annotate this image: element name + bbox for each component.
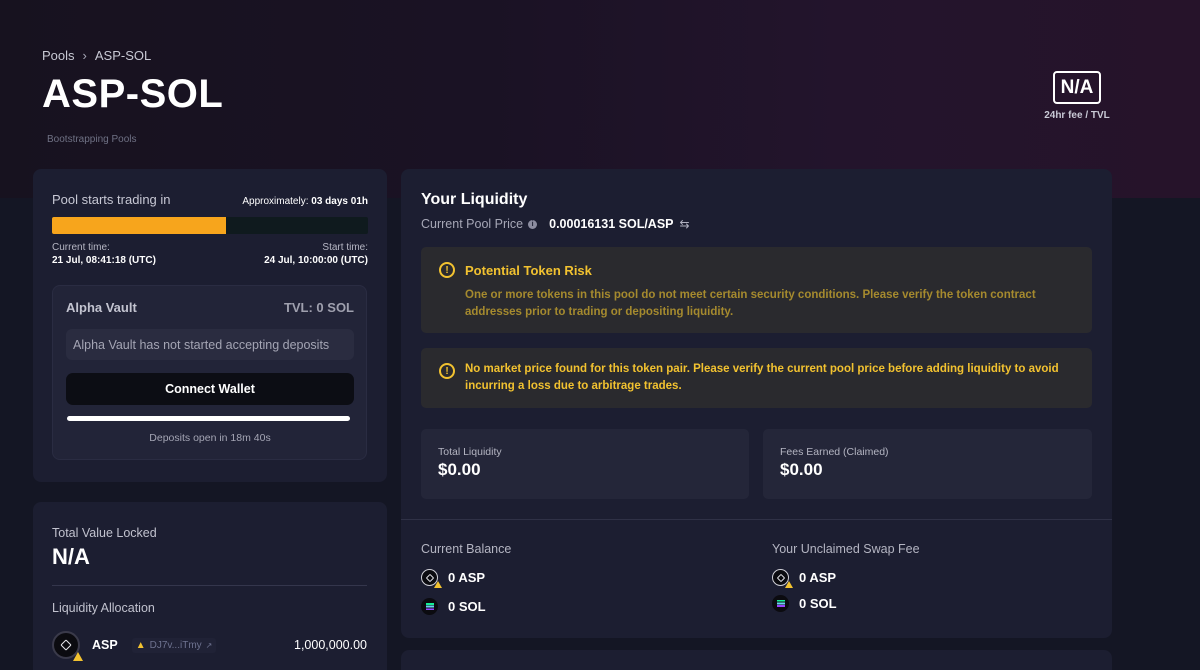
token-address-link[interactable]: ▲ DJ7v...iTmy ↗ [131, 637, 217, 653]
current-time-block: Current time: 21 Jul, 08:41:18 (UTC) [52, 242, 156, 266]
deposits-open-text: Deposits open in 18m 40s [149, 432, 271, 444]
alpha-vault-panel: Alpha Vault TVL: 0 SOL Alpha Vault has n… [52, 285, 367, 460]
alpha-vault-title: Alpha Vault [66, 300, 137, 315]
balance-asp-row: 0 ASP [421, 569, 511, 588]
tvl-label: Total Value Locked [52, 526, 157, 540]
next-card [401, 650, 1112, 670]
your-liquidity-title: Your Liquidity [421, 191, 528, 208]
pool-price-value: 0.00016131 SOL/ASP [549, 217, 674, 231]
trading-start-label: Pool starts trading in [52, 192, 171, 207]
pool-type-label: Bootstrapping Pools [47, 134, 137, 145]
fees-earned-value: $0.00 [780, 460, 823, 479]
asp-token-icon [421, 569, 442, 588]
your-liquidity-card: Your Liquidity Current Pool Price i 0.00… [401, 169, 1112, 638]
breadcrumb-current: ASP-SOL [94, 48, 152, 63]
allocation-symbol: ASP [92, 638, 118, 652]
sol-token-icon [421, 598, 438, 615]
unclaimed-fee-label: Your Unclaimed Swap Fee [772, 542, 920, 556]
total-liquidity-label: Total Liquidity [438, 446, 502, 458]
start-time-value: 24 Jul, 10:00:00 (UTC) [264, 255, 368, 266]
current-time-value: 21 Jul, 08:41:18 (UTC) [52, 255, 156, 266]
trading-progress-fill [52, 217, 226, 234]
liquidity-allocation-label: Liquidity Allocation [52, 601, 155, 615]
fees-earned-label: Fees Earned (Claimed) [780, 446, 889, 458]
sol-token-icon [772, 595, 789, 612]
balance-sol-row: 0 SOL [421, 598, 511, 615]
fee-tvl-label: 24hr fee / TVL [1044, 110, 1110, 121]
token-risk-body: One or more tokens in this pool do not m… [465, 289, 1036, 318]
asp-token-icon [52, 631, 83, 661]
unclaimed-fee-section: Your Unclaimed Swap Fee 0 ASP 0 SOL [772, 542, 920, 612]
trading-progress-bar [52, 217, 368, 234]
warning-triangle-icon: ▲ [135, 639, 146, 651]
allocation-row: ASP ▲ DJ7v...iTmy ↗ 1,000,000.00 [52, 630, 367, 661]
divider [52, 585, 367, 586]
alpha-vault-tvl: TVL: 0 SOL [283, 300, 354, 315]
fee-tvl-badge: N/A [1053, 71, 1101, 104]
asp-token-icon [772, 569, 793, 588]
breadcrumb: Pools › ASP-SOL [42, 48, 151, 63]
external-link-icon: ↗ [205, 640, 213, 650]
tvl-card: Total Value Locked N/A Liquidity Allocat… [33, 502, 387, 670]
token-risk-alert: ! Potential Token Risk One or more token… [421, 247, 1092, 333]
token-risk-title: Potential Token Risk [465, 263, 592, 278]
page-title: ASP-SOL [42, 72, 224, 116]
swap-direction-icon[interactable]: ⇆ [680, 217, 690, 231]
start-time-block: Start time: 24 Jul, 10:00:00 (UTC) [264, 242, 368, 266]
vault-progress-bar [67, 416, 350, 421]
unclaimed-sol-row: 0 SOL [772, 595, 920, 612]
pool-price-label: Current Pool Price [421, 217, 524, 231]
current-balance-section: Current Balance 0 ASP 0 SOL [421, 542, 511, 615]
no-market-price-alert: ! No market price found for this token p… [421, 348, 1092, 408]
tvl-value: N/A [52, 544, 90, 569]
breadcrumb-pools-link[interactable]: Pools [42, 48, 75, 63]
chevron-right-icon: › [82, 48, 87, 63]
warning-circle-icon: ! [439, 262, 455, 278]
current-balance-label: Current Balance [421, 542, 512, 556]
divider [401, 519, 1112, 520]
no-market-price-body: No market price found for this token pai… [465, 363, 1059, 392]
vault-status-message: Alpha Vault has not started accepting de… [66, 329, 354, 360]
total-liquidity-value: $0.00 [438, 460, 481, 479]
fees-earned-box: Fees Earned (Claimed) $0.00 [763, 429, 1092, 499]
allocation-amount: 1,000,000.00 [294, 638, 367, 652]
vault-progress-fill [67, 416, 350, 421]
total-liquidity-box: Total Liquidity $0.00 [421, 429, 749, 499]
unclaimed-asp-row: 0 ASP [772, 569, 920, 588]
warning-circle-icon: ! [439, 363, 455, 379]
connect-wallet-button[interactable]: Connect Wallet [66, 373, 354, 405]
info-icon[interactable]: i [528, 219, 538, 229]
current-pool-price-row: Current Pool Price i 0.00016131 SOL/ASP … [421, 217, 690, 231]
trading-start-card: Pool starts trading in Approximately: 03… [33, 169, 387, 482]
approx-countdown: Approximately: 03 days 01h [242, 196, 368, 207]
